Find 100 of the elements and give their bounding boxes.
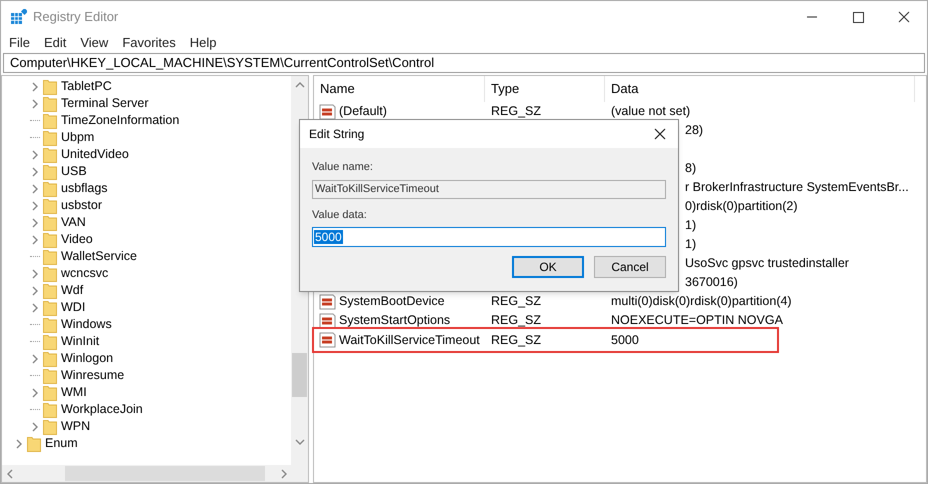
tree-item[interactable]: usbflags	[61, 179, 108, 198]
value-type: REG_SZ	[491, 332, 542, 347]
tree-item[interactable]: wcncsvc	[61, 264, 108, 283]
folder-icon	[43, 214, 57, 230]
tree-item[interactable]: VAN	[61, 213, 86, 232]
folder-icon	[43, 96, 57, 112]
expand-icon[interactable]	[30, 302, 40, 312]
folder-icon	[43, 198, 57, 214]
menu-item[interactable]: View	[80, 33, 108, 53]
dialog-button[interactable]: OK	[512, 256, 584, 278]
value-name[interactable]: WaitToKillServiceTimeout	[339, 330, 480, 350]
tree-item[interactable]: TabletPC	[61, 77, 112, 96]
tree-item[interactable]: Terminal Server	[61, 94, 149, 113]
value-data: NOEXECUTE=OPTIN NOVGA	[611, 313, 783, 328]
value-data: multi(0)disk(0)rdisk(0)partition(4)	[611, 294, 792, 308]
value-data: 28)	[685, 123, 704, 138]
folder-icon	[43, 300, 57, 316]
value-data: r BrokerInfrastructure SystemEventsBr...	[685, 180, 909, 194]
expand-icon[interactable]	[30, 150, 40, 160]
tree-item[interactable]: WorkplaceJoin	[61, 400, 143, 419]
folder-icon	[43, 384, 57, 400]
tree-item[interactable]: usbstor	[61, 196, 102, 215]
expand-icon[interactable]	[30, 354, 40, 364]
window-title: Registry Editor	[33, 8, 118, 26]
column-header[interactable]: Name	[314, 76, 485, 102]
folder-icon	[43, 146, 57, 162]
tree-item[interactable]: WDI	[61, 298, 86, 317]
tree-item[interactable]: USB	[61, 162, 87, 181]
scroll-thumb[interactable]	[292, 353, 307, 397]
expand-icon[interactable]	[30, 286, 40, 296]
folder-icon	[43, 248, 57, 264]
folder-icon	[43, 112, 57, 128]
menu-item[interactable]: Edit	[44, 33, 66, 53]
dialog-title: Edit String	[309, 126, 364, 143]
menu-item[interactable]: Help	[190, 33, 217, 53]
value-name-field[interactable]: WaitToKillServiceTimeout	[312, 180, 666, 198]
value-type: REG_SZ	[491, 294, 542, 308]
value-data: 0)rdisk(0)partition(2)	[685, 199, 798, 214]
expand-icon[interactable]	[30, 218, 40, 228]
horizontal-scrollbar[interactable]	[2, 465, 308, 482]
value-data: 5000	[611, 332, 639, 347]
folder-icon	[43, 350, 57, 366]
value-type: REG_SZ	[491, 313, 542, 328]
string-value-icon	[319, 312, 336, 328]
expand-icon[interactable]	[14, 438, 24, 448]
tree-item[interactable]: Enum	[45, 434, 78, 453]
folder-icon	[43, 316, 57, 332]
expand-icon[interactable]	[30, 82, 40, 92]
close-icon[interactable]	[654, 128, 666, 140]
tree-item[interactable]: UnitedVideo	[61, 145, 129, 164]
menu-item[interactable]: Favorites	[122, 33, 176, 53]
value-name[interactable]: SystemStartOptions	[339, 311, 450, 330]
field-label: Value name:	[312, 160, 374, 175]
folder-icon	[43, 418, 57, 434]
value-data: 3670016)	[685, 275, 738, 290]
folder-icon	[43, 78, 57, 94]
tree-item[interactable]: Windows	[61, 315, 112, 334]
tree-item[interactable]: WMI	[61, 383, 87, 402]
selected-text: 5000	[314, 230, 343, 244]
column-header[interactable]: Type	[485, 76, 605, 102]
expand-icon[interactable]	[30, 200, 40, 210]
column-header[interactable]: Data	[605, 76, 915, 102]
value-data: (value not set)	[611, 104, 690, 118]
tree-item[interactable]: TimeZoneInformation	[61, 111, 180, 130]
folder-icon	[43, 232, 57, 248]
folder-icon	[43, 130, 57, 146]
value-data: 8)	[685, 161, 696, 176]
value-type: REG_SZ	[491, 104, 542, 118]
expand-icon[interactable]	[30, 184, 40, 194]
menu-item[interactable]: File	[9, 33, 30, 53]
folder-icon	[27, 436, 41, 452]
expand-icon[interactable]	[30, 234, 40, 244]
tree-item[interactable]: Winlogon	[61, 349, 114, 368]
folder-icon	[43, 282, 57, 298]
value-name[interactable]: (Default)	[339, 102, 387, 121]
dialog-button[interactable]: Cancel	[594, 256, 666, 278]
value-name[interactable]: SystemBootDevice	[339, 292, 445, 311]
folder-icon	[43, 266, 57, 282]
tree-item[interactable]: Winresume	[61, 366, 124, 385]
expand-icon[interactable]	[30, 268, 40, 278]
tree-item[interactable]: WPN	[61, 417, 90, 436]
registry-icon	[11, 9, 27, 25]
value-data: 1)	[685, 237, 696, 252]
expand-icon[interactable]	[30, 166, 40, 176]
string-value-icon	[319, 294, 336, 310]
expand-icon[interactable]	[30, 422, 40, 432]
tree-item[interactable]: Wdf	[61, 281, 84, 300]
tree-item[interactable]: Ubpm	[61, 128, 94, 147]
tree-item[interactable]: WalletService	[61, 247, 137, 266]
string-value-icon	[319, 332, 336, 348]
tree-item[interactable]: Video	[61, 230, 93, 249]
folder-icon	[43, 368, 57, 384]
tree-item[interactable]: WinInit	[61, 332, 100, 351]
expand-icon[interactable]	[30, 388, 40, 398]
folder-icon	[43, 402, 57, 418]
value-data-field[interactable]: 5000	[312, 227, 666, 247]
expand-icon[interactable]	[30, 98, 40, 108]
folder-icon	[43, 334, 57, 350]
expand-icon[interactable]	[279, 468, 289, 478]
address-bar[interactable]: Computer\HKEY_LOCAL_MACHINE\SYSTEM\CurrentControlSet\Control	[3, 53, 925, 73]
